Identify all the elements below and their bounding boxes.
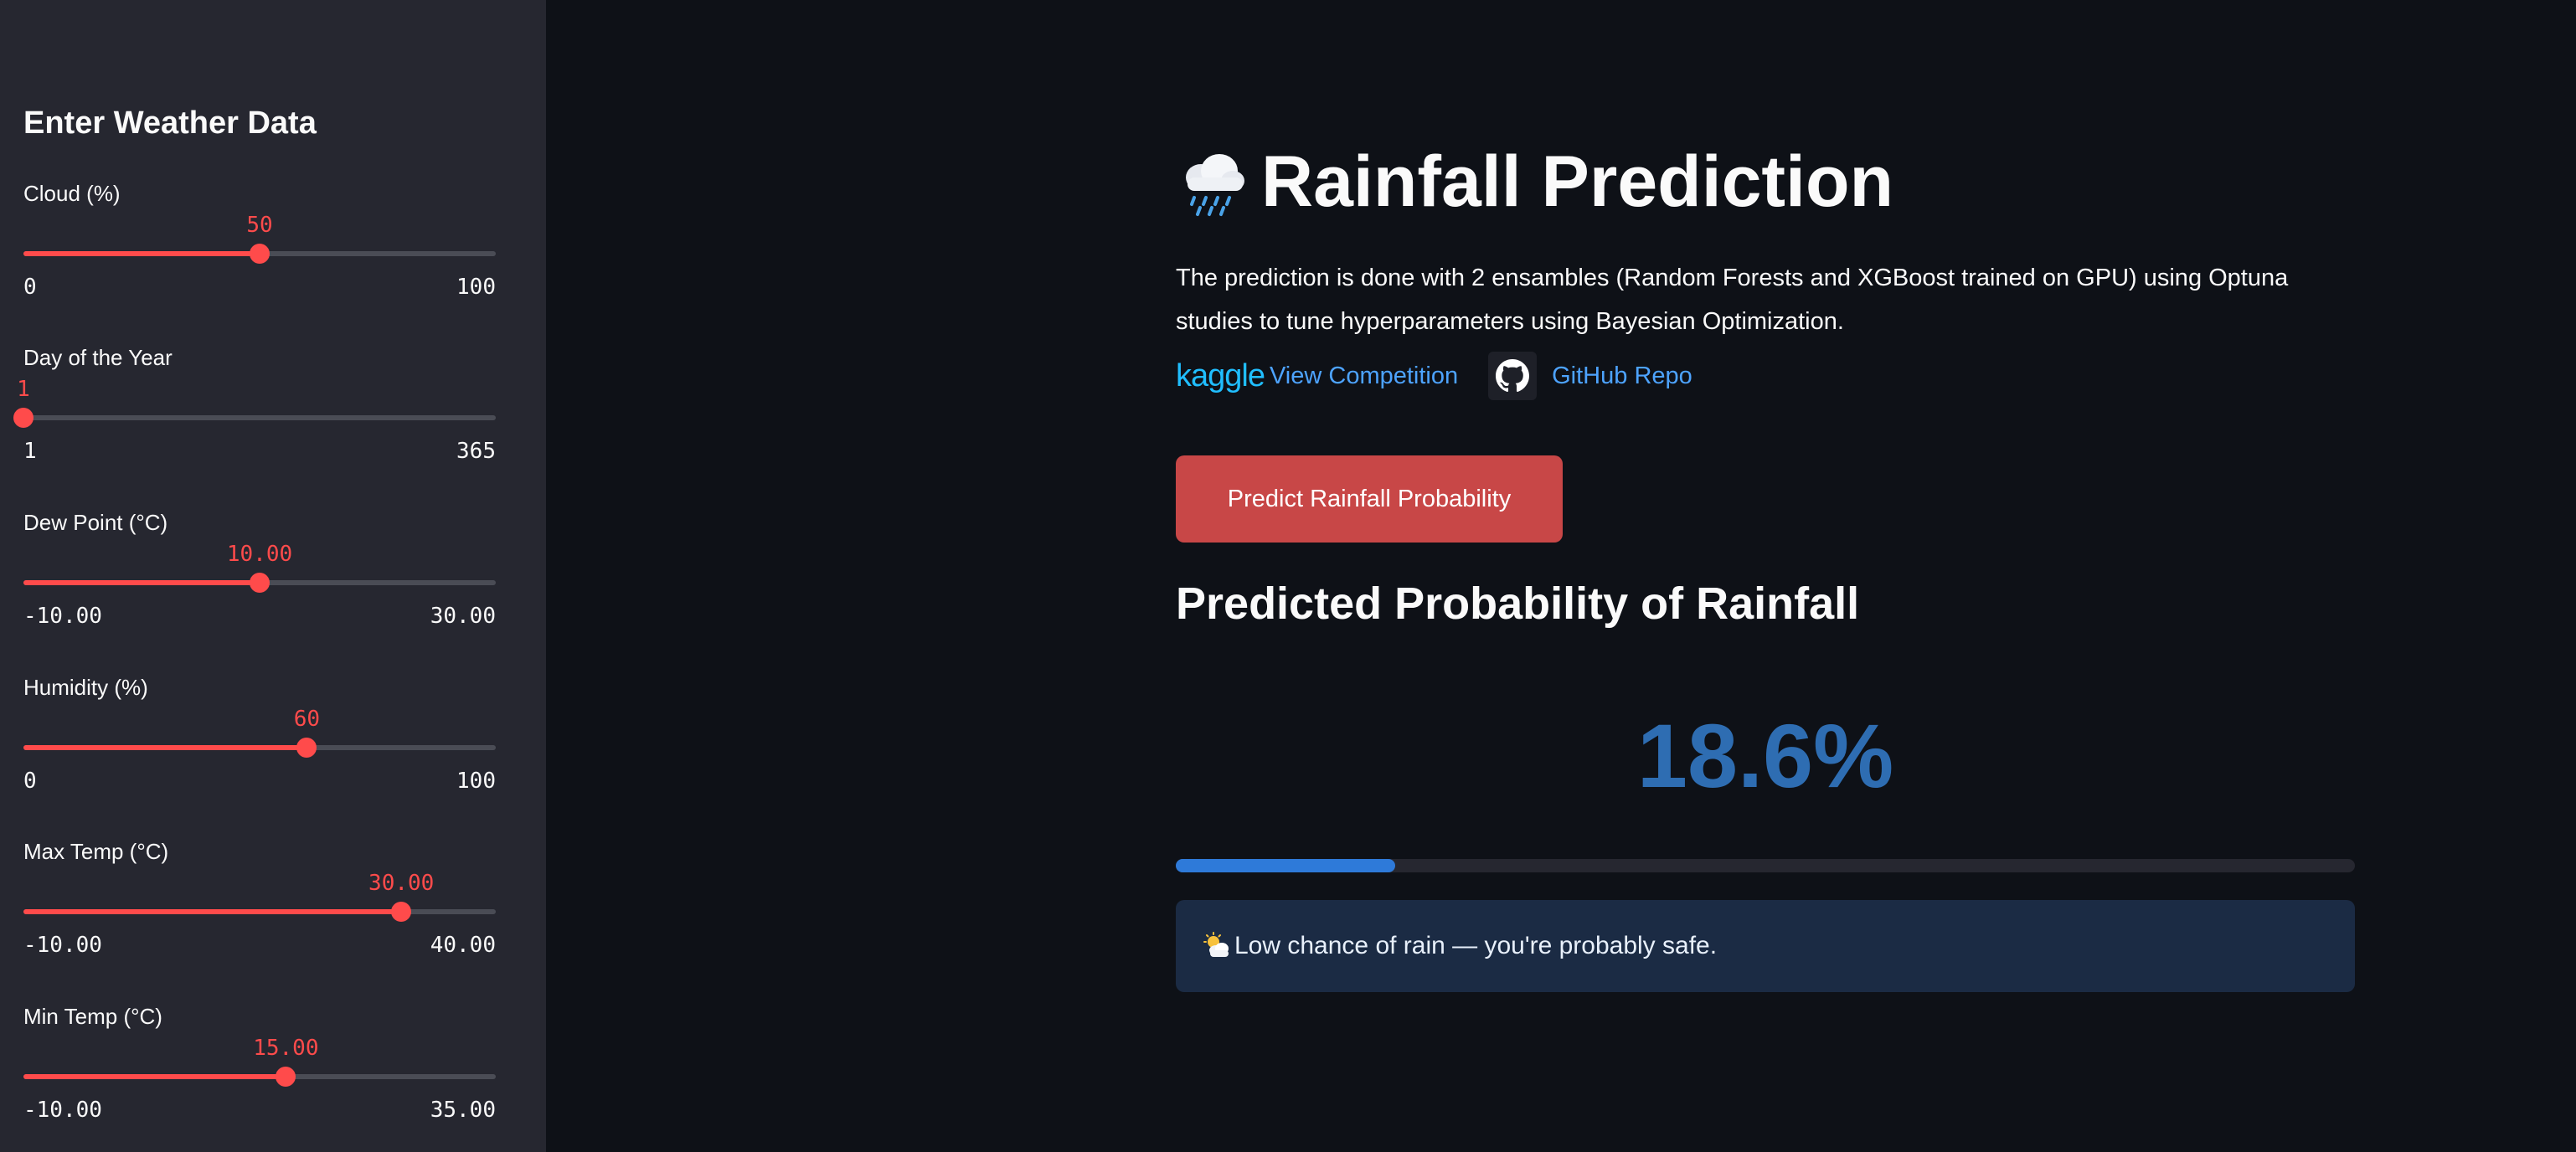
slider-value: 15.00	[253, 1036, 319, 1061]
slider-label: Max Temp (°C)	[23, 839, 169, 864]
slider-max: 100	[456, 769, 496, 794]
slider-fill	[23, 1074, 286, 1079]
description-text: The prediction is done with 2 ensambles …	[1176, 265, 2289, 335]
predict-button[interactable]: Predict Rainfall Probability	[1176, 455, 1563, 543]
sun-behind-cloud-icon	[1203, 932, 1229, 957]
slider-max: 30.00	[430, 604, 496, 629]
slider-value: 1	[17, 377, 30, 402]
slider-track[interactable]	[23, 902, 496, 922]
slider-thumb[interactable]	[391, 902, 412, 922]
slider-thumb[interactable]	[276, 1067, 296, 1087]
info-text: Low chance of rain — you're probably saf…	[1234, 932, 1718, 959]
probability-progress-fill	[1176, 859, 1395, 872]
cloud-slider[interactable]: Cloud (%) 50 0 100	[23, 181, 496, 332]
slider-value: 60	[293, 707, 321, 732]
sidebar-title: Enter Weather Data	[23, 105, 317, 141]
info-alert: Low chance of rain — you're probably saf…	[1176, 900, 2355, 992]
slider-track[interactable]	[23, 1067, 496, 1087]
slider-label: Day of the Year	[23, 345, 173, 370]
slider-label: Dew Point (°C)	[23, 510, 168, 535]
day-of-year-slider[interactable]: Day of the Year 1 1 365	[13, 345, 496, 496]
probability-value: 18.6%	[1636, 705, 1894, 806]
slider-label: Cloud (%)	[23, 181, 121, 206]
slider-min: 0	[23, 769, 37, 794]
slider-max: 35.00	[430, 1098, 496, 1123]
slider-value: 50	[246, 213, 273, 238]
slider-value: 10.00	[226, 542, 293, 567]
slider-value: 30.00	[368, 871, 435, 896]
slider-min: 1	[23, 439, 37, 464]
result-heading: Predicted Probability of Rainfall	[1176, 579, 1860, 629]
kaggle-logo[interactable]: kaggle	[1176, 358, 1265, 394]
slider-min: -10.00	[23, 1098, 102, 1123]
links-row: kaggle View Competition GitHub Repo	[1176, 352, 1692, 400]
github-icon[interactable]	[1488, 352, 1538, 400]
kaggle-competition-link[interactable]: View Competition	[1270, 363, 1458, 390]
slider-fill	[23, 909, 402, 914]
slider-fill	[23, 580, 260, 585]
dew-point-slider[interactable]: Dew Point (°C) 10.00 -10.00 30.00	[23, 510, 496, 661]
slider-track[interactable]	[13, 408, 496, 428]
page-title: Rainfall Prediction	[1176, 141, 1893, 224]
slider-label: Humidity (%)	[23, 675, 148, 700]
slider-min: 0	[23, 275, 37, 300]
slider-min: -10.00	[23, 604, 102, 629]
slider-thumb[interactable]	[250, 244, 270, 264]
slider-thumb[interactable]	[13, 408, 33, 428]
slider-label: Min Temp (°C)	[23, 1004, 162, 1029]
sidebar: Enter Weather Data Cloud (%) 50 0 100 Da…	[0, 0, 546, 1152]
slider-track[interactable]	[23, 573, 496, 593]
slider-thumb[interactable]	[296, 738, 317, 758]
rain-cloud-icon	[1186, 153, 1244, 216]
slider-track[interactable]	[23, 738, 496, 758]
humidity-slider[interactable]: Humidity (%) 60 0 100	[23, 675, 496, 825]
min-temp-slider[interactable]: Min Temp (°C) 15.00 -10.00 35.00	[23, 1004, 496, 1152]
probability-progress-bar	[1176, 859, 2355, 872]
slider-track[interactable]	[23, 244, 496, 264]
github-repo-link[interactable]: GitHub Repo	[1552, 363, 1692, 390]
max-temp-slider[interactable]: Max Temp (°C) 30.00 -10.00 40.00	[23, 839, 496, 990]
main-content: Rainfall Prediction The prediction is do…	[1176, 0, 2355, 1152]
slider-max: 40.00	[430, 933, 496, 958]
slider-min: -10.00	[23, 933, 102, 958]
slider-fill	[23, 745, 307, 750]
github-logo-icon	[1496, 359, 1530, 393]
slider-max: 100	[456, 275, 496, 300]
page-title-text: Rainfall Prediction	[1261, 141, 1894, 222]
slider-fill	[23, 251, 260, 256]
slider-max: 365	[456, 439, 496, 464]
slider-thumb[interactable]	[250, 573, 270, 593]
